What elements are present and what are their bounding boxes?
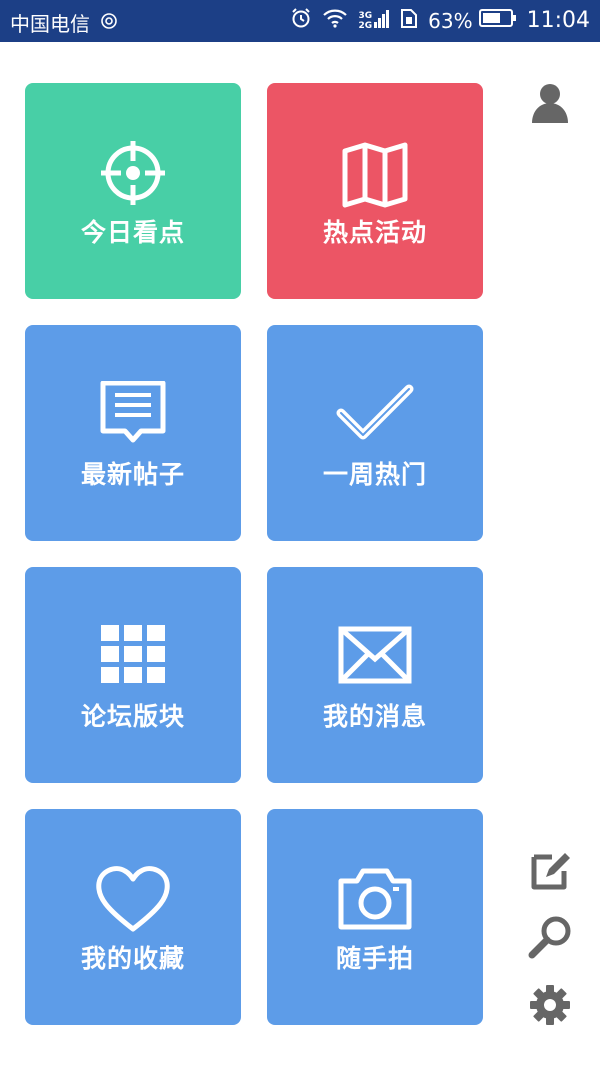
- settings-button[interactable]: [528, 983, 572, 1027]
- tile-label: 一周热门: [322, 460, 427, 489]
- network-type-icon: 3G 2G: [358, 11, 372, 31]
- tile-label: 随手拍: [335, 944, 414, 973]
- status-bar: 中国电信 3G 2G 63% 11:04: [0, 0, 600, 42]
- network-type-top: 3G: [358, 10, 373, 21]
- tile-latest-posts[interactable]: 最新帖子: [25, 325, 241, 541]
- clock-time: 11:04: [526, 8, 590, 33]
- tile-label: 热点活动: [322, 218, 427, 247]
- envelope-icon: [335, 623, 415, 703]
- tile-label: 最新帖子: [80, 460, 185, 489]
- tile-today-highlights[interactable]: 今日看点: [25, 83, 241, 299]
- tile-hot-events[interactable]: 热点活动: [267, 83, 483, 299]
- camera-icon: [335, 865, 415, 945]
- tile-label: 论坛版块: [80, 702, 185, 731]
- network-type-bottom: 2G: [358, 20, 373, 31]
- tile-my-messages[interactable]: 我的消息: [267, 567, 483, 783]
- grid-icon: [93, 623, 173, 703]
- search-icon: [528, 916, 571, 959]
- map-icon: [335, 139, 415, 219]
- wifi-icon: [322, 8, 348, 33]
- battery-icon: [478, 8, 517, 33]
- tile-label: 今日看点: [80, 218, 185, 247]
- crosshair-icon: [93, 139, 173, 219]
- heart-icon: [93, 865, 173, 945]
- checkmark-icon: [335, 381, 415, 461]
- tile-forum-sections[interactable]: 论坛版块: [25, 567, 241, 783]
- user-icon: [532, 84, 568, 123]
- user-profile-button[interactable]: [528, 81, 572, 125]
- tile-weekly-hot[interactable]: 一周热门: [267, 325, 483, 541]
- battery-percent: 63%: [428, 8, 473, 33]
- post-bubble-icon: [93, 380, 173, 461]
- tile-label: 我的收藏: [80, 944, 185, 973]
- tile-my-favorites[interactable]: 我的收藏: [25, 809, 241, 1025]
- tile-label: 我的消息: [322, 702, 427, 731]
- edit-icon: [531, 853, 570, 890]
- gear-icon: [530, 985, 570, 1025]
- sim-icon: [400, 7, 418, 34]
- carrier-name: 中国电信: [10, 12, 90, 36]
- edit-button[interactable]: [528, 849, 572, 893]
- alarm-icon: [290, 7, 312, 34]
- search-button[interactable]: [528, 915, 572, 959]
- tile-snapshot[interactable]: 随手拍: [267, 809, 483, 1025]
- signal-icon: [374, 8, 390, 33]
- hotspot-icon: [100, 11, 118, 35]
